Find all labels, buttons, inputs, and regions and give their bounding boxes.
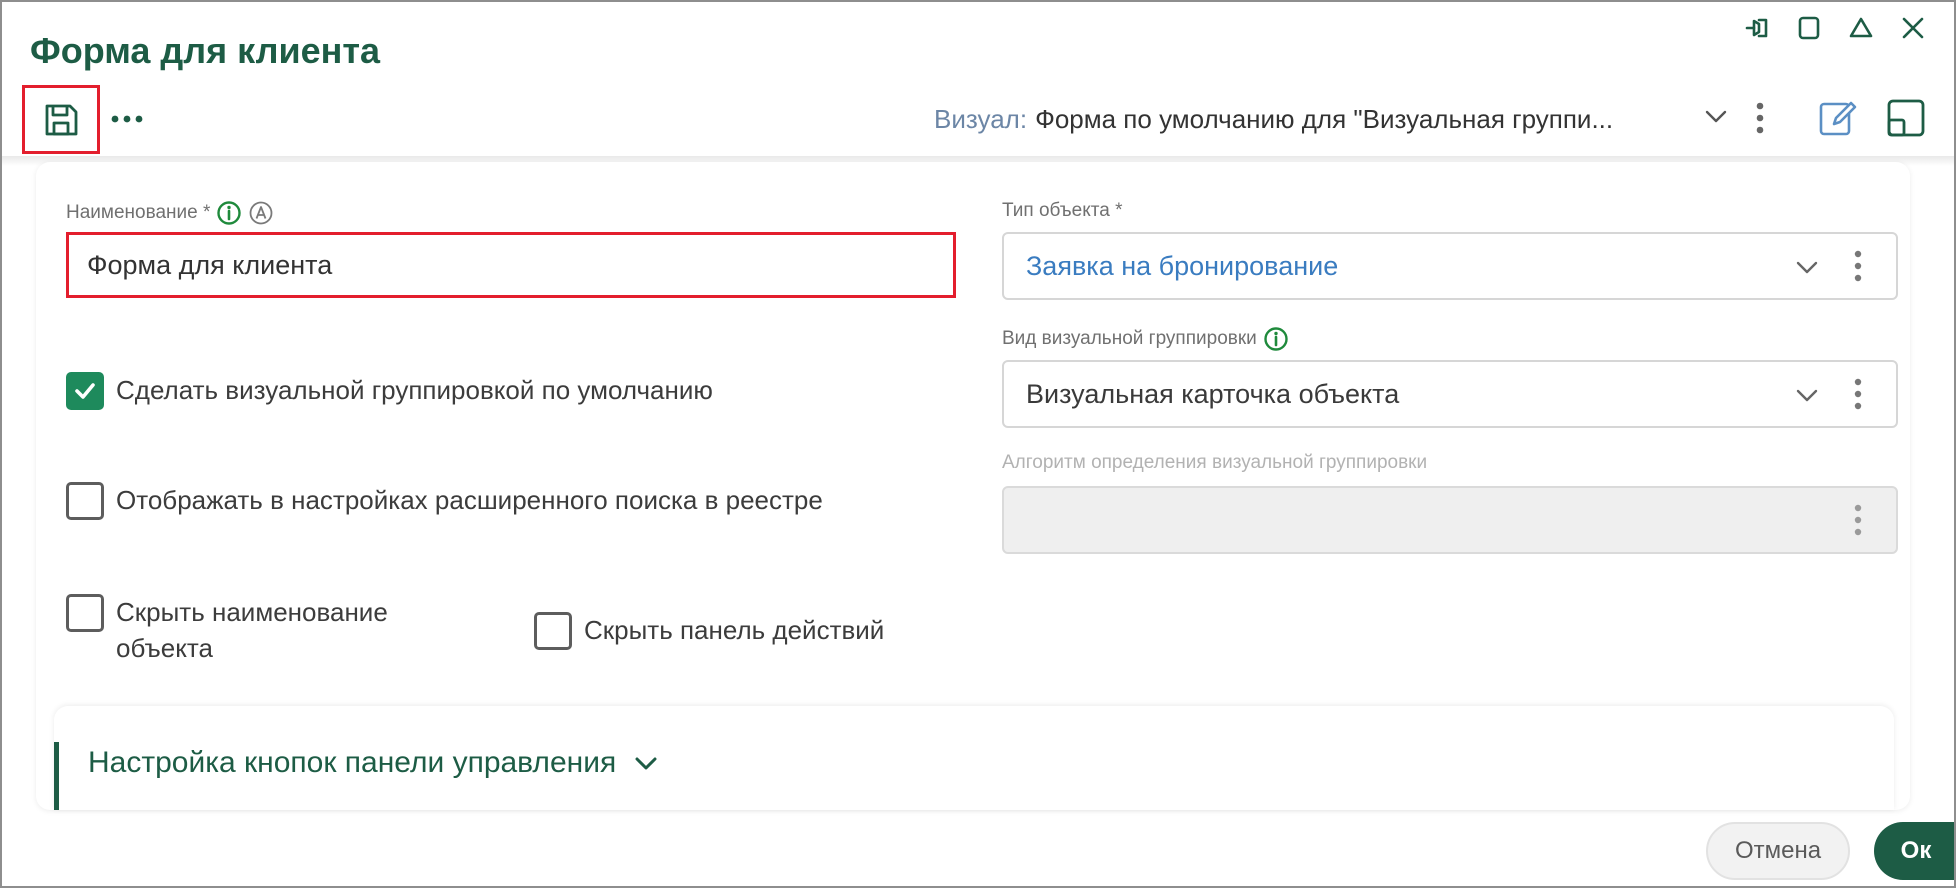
- hide-actions-label: Скрыть панель действий: [584, 615, 885, 645]
- kebab-menu-icon[interactable]: [1846, 500, 1870, 540]
- edit-icon[interactable]: [1814, 94, 1862, 142]
- form-panel: Наименование * Форма для клиента Тип объ…: [36, 162, 1910, 810]
- dialog-title: Форма для клиента: [30, 30, 381, 71]
- hide-name-checkbox-row[interactable]: Скрыть наименование объекта: [66, 594, 388, 666]
- show-in-search-checkbox-row[interactable]: Отображать в настройках расширенного пои…: [66, 482, 823, 520]
- ok-button[interactable]: Ок: [1874, 822, 1954, 880]
- save-icon: [45, 104, 78, 135]
- hide-actions-checkbox[interactable]: [534, 612, 572, 650]
- default-grouping-checkbox-row[interactable]: Сделать визуальной группировкой по умолч…: [66, 372, 713, 410]
- grouping-kind-label-text: Вид визуальной группировки: [1002, 328, 1257, 349]
- more-horizontal-icon: [111, 115, 143, 123]
- show-in-search-checkbox[interactable]: [66, 482, 104, 520]
- layout-icon[interactable]: [1882, 94, 1930, 142]
- show-in-search-label: Отображать в настройках расширенного пои…: [116, 485, 823, 515]
- grouping-algorithm-select: [1002, 486, 1898, 554]
- grouping-kind-field-label: Вид визуальной группировки: [1002, 326, 1289, 352]
- kebab-menu-icon[interactable]: [1846, 374, 1870, 414]
- name-label-text: Наименование *: [66, 202, 211, 223]
- maximize-icon[interactable]: [1786, 8, 1832, 48]
- more-actions-button[interactable]: [106, 100, 148, 138]
- cancel-button[interactable]: Отмена: [1706, 822, 1850, 880]
- chevron-down-icon[interactable]: [632, 749, 660, 777]
- name-input[interactable]: Форма для клиента: [66, 232, 956, 298]
- visual-value: Форма по умолчанию для "Визуальная групп…: [1035, 103, 1614, 134]
- close-icon[interactable]: [1890, 8, 1936, 48]
- info-icon[interactable]: [216, 200, 242, 226]
- section-header[interactable]: Настройка кнопок панели управления: [88, 746, 660, 780]
- section-accent-bar: [54, 742, 59, 810]
- hide-actions-checkbox-row[interactable]: Скрыть панель действий: [534, 612, 884, 650]
- save-button[interactable]: [22, 85, 100, 154]
- hide-name-label-line1: Скрыть наименование: [116, 597, 388, 627]
- hide-name-checkbox[interactable]: [66, 594, 104, 632]
- hide-name-label-line2: объекта: [116, 633, 213, 663]
- object-type-value[interactable]: Заявка на бронирование: [1026, 234, 1338, 298]
- default-grouping-label: Сделать визуальной группировкой по умолч…: [116, 375, 713, 405]
- chevron-down-icon[interactable]: [1792, 380, 1822, 410]
- name-field-label: Наименование *: [66, 200, 274, 226]
- checkmark-icon: [75, 383, 95, 399]
- default-grouping-checkbox[interactable]: [66, 372, 104, 410]
- kebab-menu-icon[interactable]: [1746, 98, 1774, 138]
- toolbar-buttons-section: Настройка кнопок панели управления: [54, 706, 1894, 810]
- object-type-select[interactable]: Заявка на бронирование: [1002, 232, 1898, 300]
- pin-icon[interactable]: [1734, 8, 1780, 48]
- toolbar: Визуал: Форма по умолчанию для "Визуальн…: [2, 82, 1954, 156]
- chevron-down-icon[interactable]: [1702, 102, 1730, 130]
- info-icon[interactable]: [1263, 326, 1289, 352]
- auto-icon[interactable]: [248, 200, 274, 226]
- grouping-algorithm-label: Алгоритм определения визуальной группиро…: [1002, 452, 1428, 473]
- chevron-down-icon[interactable]: [1792, 252, 1822, 282]
- kebab-menu-icon[interactable]: [1846, 246, 1870, 286]
- hide-name-label: Скрыть наименование объекта: [116, 594, 388, 666]
- section-title: Настройка кнопок панели управления: [88, 746, 617, 779]
- grouping-kind-value: Визуальная карточка объекта: [1026, 378, 1400, 409]
- dialog-window: Форма для клиента Визуал: Форма по умолч…: [0, 0, 1956, 888]
- visual-label: Визуал:: [934, 103, 1028, 134]
- collapse-icon[interactable]: [1838, 8, 1884, 48]
- grouping-kind-select[interactable]: Визуальная карточка объекта: [1002, 360, 1898, 428]
- visual-selector[interactable]: Визуал: Форма по умолчанию для "Визуальн…: [934, 98, 1729, 140]
- window-controls: [1734, 8, 1936, 48]
- object-type-label: Тип объекта *: [1002, 200, 1123, 221]
